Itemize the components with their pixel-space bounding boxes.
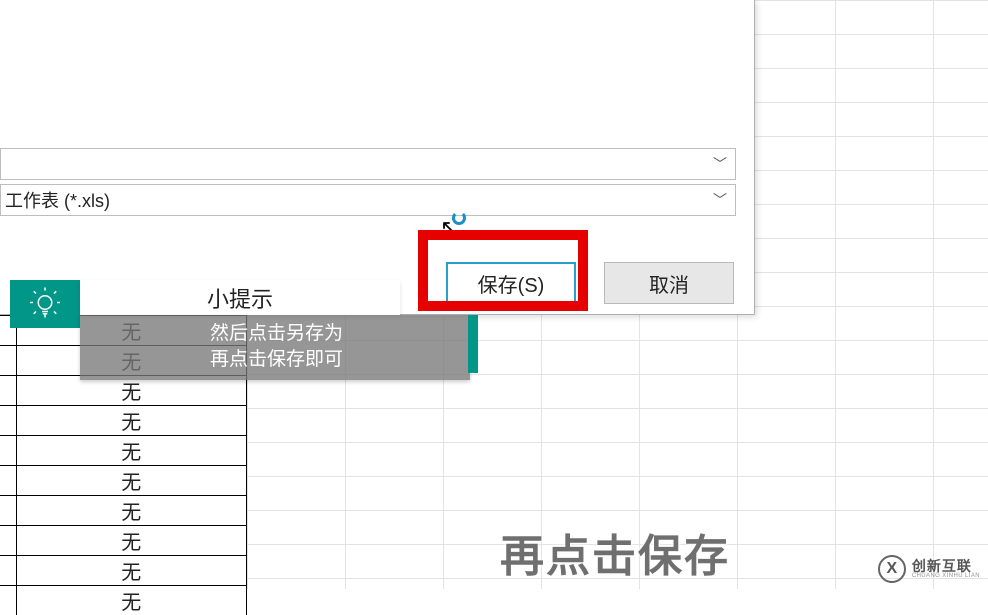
table-cell[interactable]: 无 <box>16 496 247 526</box>
table-cell[interactable]: 无 <box>16 586 247 615</box>
table-row: 无 <box>0 586 247 615</box>
logo-text-en: CHUANG XINHU LIAN <box>912 573 980 579</box>
table-row: 无 <box>0 556 247 586</box>
dialog-file-area <box>0 0 754 140</box>
logo-mark-icon: X <box>878 555 906 583</box>
table-cell[interactable]: 无 <box>16 406 247 436</box>
cancel-button[interactable]: 取消 <box>604 262 734 304</box>
table-cell[interactable]: 无 <box>16 466 247 496</box>
table-row: 无 <box>0 526 247 556</box>
lightbulb-icon <box>10 280 80 328</box>
table-cell[interactable]: 无 <box>16 436 247 466</box>
filename-combo[interactable]: ﹀ <box>0 148 736 180</box>
table-row: 无 <box>0 496 247 526</box>
table-row: 无 <box>0 466 247 496</box>
logo-text-cn: 创新互联 <box>912 559 980 573</box>
mouse-cursor: ↖ <box>440 215 458 241</box>
watermark-logo: X 创新互联 CHUANG XINHU LIAN <box>878 555 980 583</box>
tip-callout: 小提示 然后点击另存为 再点击保存即可 <box>10 280 470 370</box>
filetype-combo[interactable]: 工作表 (*.xls) ﹀ <box>0 184 736 216</box>
table-cell[interactable]: 无 <box>16 526 247 556</box>
table-row: 无 <box>0 436 247 466</box>
chevron-down-icon: ﹀ <box>713 154 727 174</box>
video-subtitle: 再点击保存 <box>500 520 730 584</box>
dialog-buttons: 保存(S) 取消 <box>446 262 734 304</box>
table-cell[interactable]: 无 <box>16 556 247 586</box>
loading-ring-icon <box>452 211 466 225</box>
save-dialog: ﹀ 工作表 (*.xls) ﹀ 保存(S) 取消 <box>0 0 755 315</box>
chevron-down-icon: ﹀ <box>713 190 727 210</box>
table-row: 无 <box>0 406 247 436</box>
filetype-value: 工作表 (*.xls) <box>5 187 110 213</box>
tip-body: 然后点击另存为 再点击保存即可 <box>80 315 470 380</box>
tip-accent-bar <box>468 315 478 373</box>
tip-title: 小提示 <box>80 280 400 315</box>
